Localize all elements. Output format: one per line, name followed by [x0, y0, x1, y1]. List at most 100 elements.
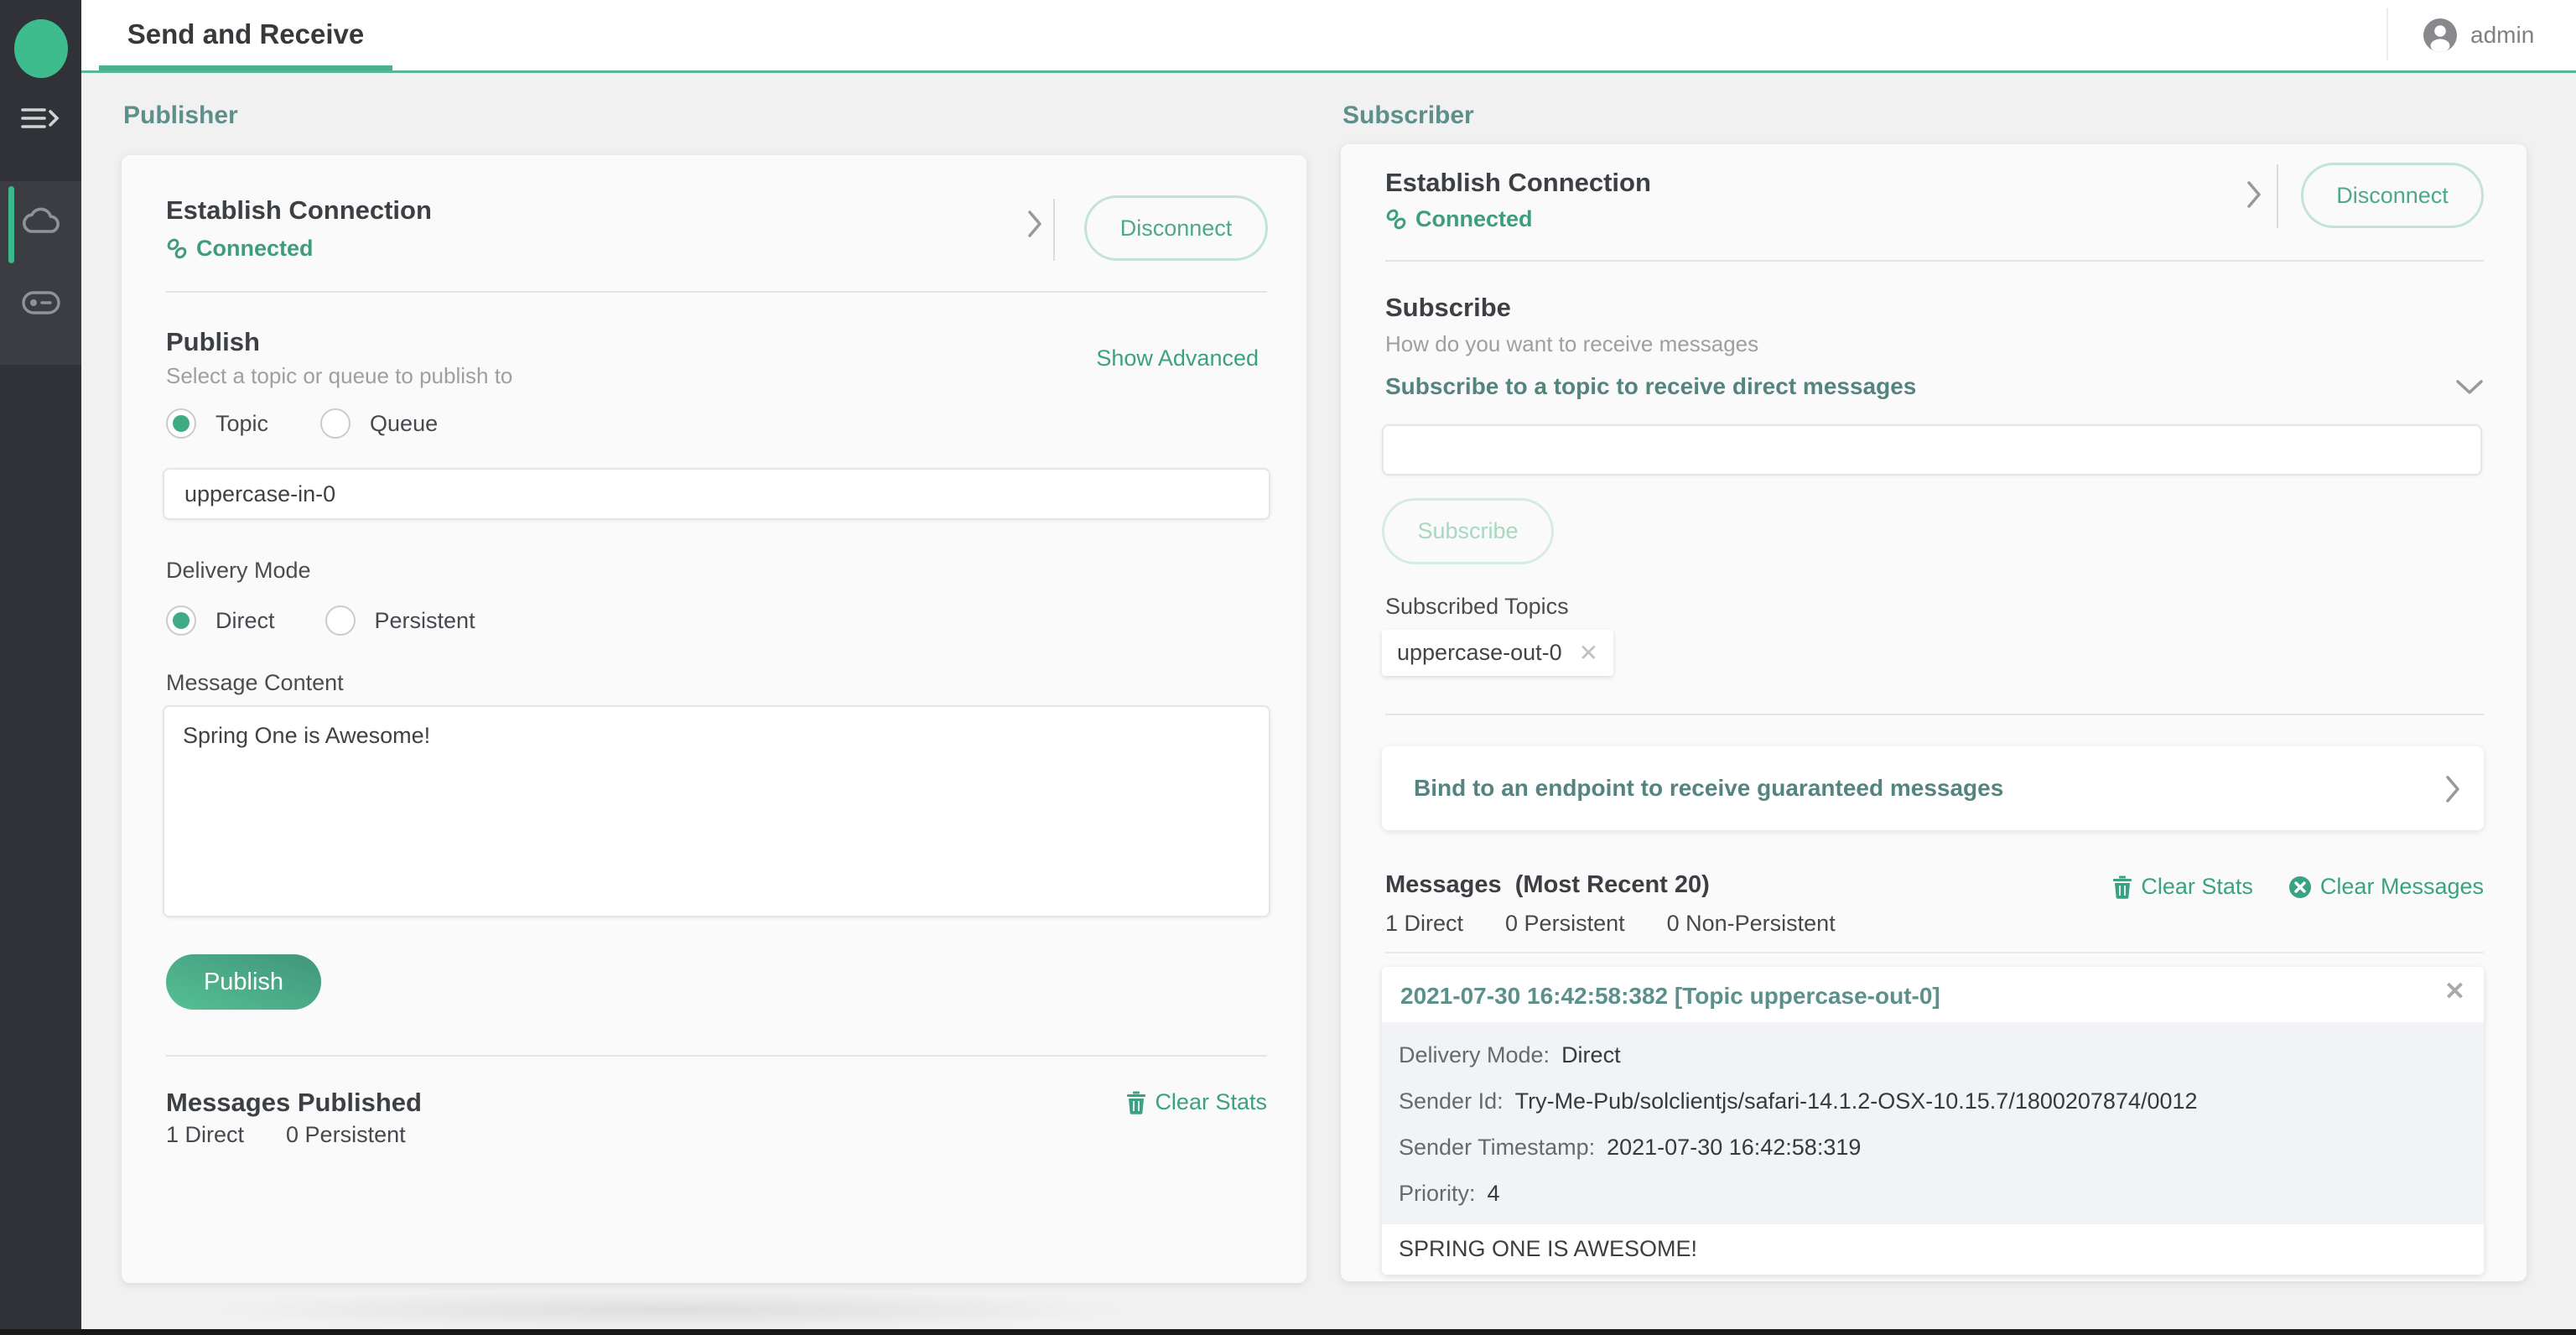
radio-direct[interactable] — [166, 605, 196, 636]
message-content-label: Message Content — [166, 670, 344, 696]
topic-chip-label: uppercase-out-0 — [1397, 640, 1562, 666]
close-icon[interactable]: ✕ — [1579, 639, 1598, 667]
connection-title: Establish Connection — [166, 195, 432, 226]
disconnect-button[interactable]: Disconnect — [1084, 195, 1268, 261]
message-field: Sender Timestamp: 2021-07-30 16:42:58:31… — [1399, 1135, 1861, 1161]
clear-messages-link[interactable]: Clear Messages — [2288, 874, 2484, 900]
delivery-mode-label: Delivery Mode — [166, 558, 311, 584]
subscribe-button[interactable]: Subscribe — [1382, 498, 1554, 564]
stat-direct: 1 Direct — [166, 1122, 244, 1148]
message-payload: SPRING ONE IS AWESOME! — [1399, 1236, 1697, 1262]
messages-title: Messages (Most Recent 20) — [1385, 871, 1710, 899]
publish-stats: 1 Direct 0 Persistent — [166, 1122, 406, 1148]
sidebar — [0, 0, 81, 1329]
destination-radio-group: Topic Queue — [166, 408, 438, 439]
message-content-textarea[interactable]: Spring One is Awesome! — [163, 705, 1270, 917]
topbar-divider — [2386, 8, 2388, 60]
subscribed-topics-label: Subscribed Topics — [1385, 594, 1569, 620]
clear-stats-label: Clear Stats — [1155, 1089, 1267, 1115]
clear-stats-link[interactable]: Clear Stats — [1126, 1089, 1267, 1115]
message-field: Priority: 4 — [1399, 1181, 1500, 1207]
sidebar-nav-group — [0, 181, 81, 365]
clear-messages-label: Clear Messages — [2320, 874, 2484, 900]
topbar-accent-line — [81, 70, 2576, 73]
link-icon — [1385, 209, 1407, 231]
active-item-indicator — [8, 186, 14, 263]
connection-title: Establish Connection — [1385, 168, 1651, 198]
bind-endpoint-accordion[interactable]: Bind to an endpoint to receive guarantee… — [1382, 746, 2484, 830]
user-avatar-icon — [2423, 18, 2457, 52]
subscriber-card: Establish Connection Connected Disconnec… — [1341, 144, 2527, 1281]
publish-topic-input[interactable] — [163, 468, 1270, 520]
radio-queue-label[interactable]: Queue — [370, 411, 438, 437]
disconnect-button[interactable]: Disconnect — [2301, 163, 2484, 228]
subscriber-heading: Subscriber — [1343, 101, 1474, 130]
sidebar-item-connector[interactable] — [22, 291, 60, 319]
connection-status-label: Connected — [196, 236, 314, 262]
messages-published-title: Messages Published — [166, 1088, 422, 1118]
section-divider — [1385, 260, 2484, 262]
tab-send-and-receive[interactable]: Send and Receive — [99, 0, 392, 70]
message-field: Delivery Mode: Direct — [1399, 1042, 1621, 1068]
radio-topic[interactable] — [166, 408, 196, 439]
message-payload-section: SPRING ONE IS AWESOME! — [1382, 1224, 2484, 1275]
message-field: Sender Id: Try-Me-Pub/solclientjs/safari… — [1399, 1088, 2198, 1114]
menu-expand-icon[interactable] — [21, 104, 60, 137]
section-divider — [166, 1055, 1267, 1057]
connector-icon — [22, 291, 60, 314]
tab-label: Send and Receive — [99, 0, 392, 69]
message-header: 2021-07-30 16:42:58:382 [Topic uppercase… — [1400, 983, 1940, 1010]
radio-direct-label[interactable]: Direct — [216, 608, 275, 634]
publish-title: Publish — [166, 327, 260, 357]
publish-button[interactable]: Publish — [166, 954, 321, 1010]
link-icon — [166, 238, 188, 260]
close-icon[interactable]: ✕ — [2444, 977, 2465, 1006]
user-menu[interactable]: admin — [2423, 17, 2534, 54]
publisher-card: Establish Connection Connected Disconnec… — [122, 155, 1306, 1283]
connection-status-label: Connected — [1415, 206, 1533, 232]
clear-stats-link[interactable]: Clear Stats — [2112, 874, 2253, 900]
topbar: Send and Receive admin — [81, 0, 2576, 70]
bottom-shadow — [210, 1290, 1132, 1330]
message-card: 2021-07-30 16:42:58:382 [Topic uppercase… — [1382, 967, 2484, 1275]
radio-topic-label[interactable]: Topic — [216, 411, 268, 437]
stat-persistent: 0 Persistent — [286, 1122, 406, 1148]
chevron-right-icon[interactable] — [2246, 179, 2263, 210]
section-divider — [1385, 952, 2484, 953]
clear-circle-icon — [2288, 875, 2312, 899]
radio-persistent[interactable] — [325, 605, 356, 636]
chevron-down-icon[interactable] — [2455, 379, 2484, 396]
trash-icon — [1126, 1091, 1146, 1114]
trash-icon — [2112, 875, 2132, 899]
show-advanced-link[interactable]: Show Advanced — [1096, 345, 1259, 371]
messages-actions: Clear Stats Clear Messages — [2112, 874, 2484, 900]
stat-non-persistent: 0 Non-Persistent — [1667, 911, 1836, 937]
cloud-icon — [21, 206, 61, 236]
publisher-heading: Publisher — [123, 101, 238, 130]
stat-direct: 1 Direct — [1385, 911, 1463, 937]
subscribe-subtitle: How do you want to receive messages — [1385, 331, 1758, 357]
radio-queue[interactable] — [320, 408, 351, 439]
solace-logo — [14, 19, 68, 78]
chevron-right-icon — [2445, 774, 2462, 804]
connection-divider — [1053, 199, 1055, 261]
section-divider — [166, 291, 1267, 293]
connection-status: Connected — [1385, 206, 1533, 232]
subscribe-topic-input[interactable] — [1382, 424, 2482, 475]
topic-chip: uppercase-out-0 ✕ — [1382, 630, 1613, 676]
bind-endpoint-label: Bind to an endpoint to receive guarantee… — [1414, 775, 2003, 802]
subscribe-title: Subscribe — [1385, 293, 1511, 323]
username: admin — [2470, 22, 2534, 49]
radio-persistent-label[interactable]: Persistent — [375, 608, 475, 634]
publish-subtitle: Select a topic or queue to publish to — [166, 363, 512, 389]
receive-stats: 1 Direct 0 Persistent 0 Non-Persistent — [1385, 911, 1836, 937]
chevron-right-icon[interactable] — [1027, 209, 1044, 239]
clear-stats-label: Clear Stats — [2141, 874, 2253, 900]
delivery-radio-group: Direct Persistent — [166, 605, 475, 636]
stat-persistent: 0 Persistent — [1505, 911, 1625, 937]
message-details: Delivery Mode: Direct Sender Id: Try-Me-… — [1382, 1022, 2484, 1224]
sidebar-item-cloud[interactable] — [21, 206, 61, 240]
section-divider — [1385, 714, 2484, 715]
connection-divider — [2277, 164, 2278, 228]
topic-accordion-label[interactable]: Subscribe to a topic to receive direct m… — [1385, 373, 1916, 400]
